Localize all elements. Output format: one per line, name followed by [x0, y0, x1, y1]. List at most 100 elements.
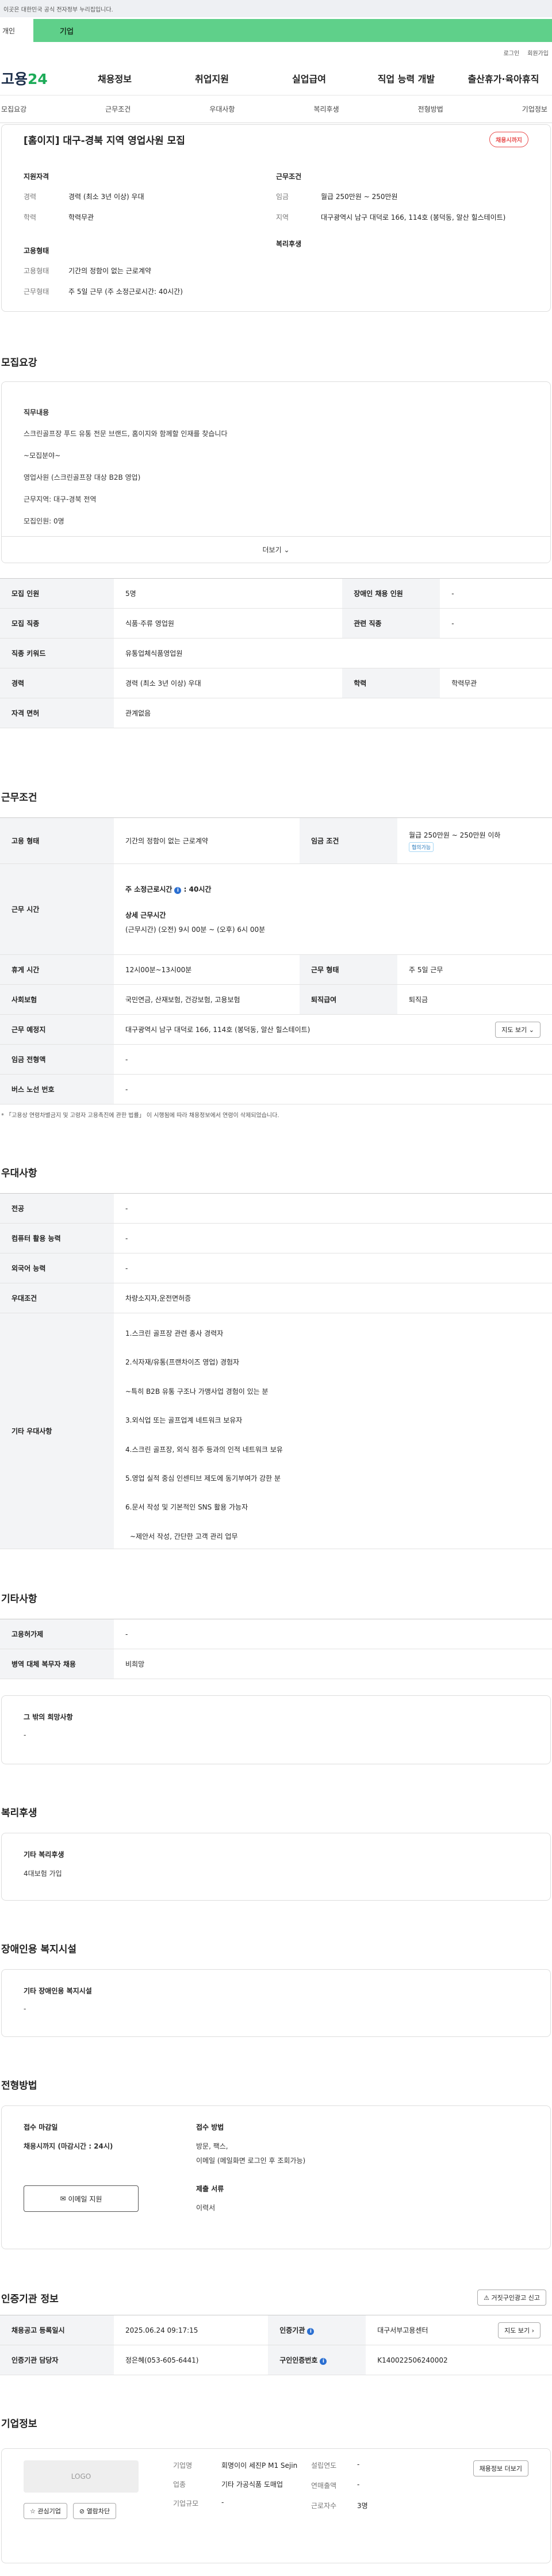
email-apply-button[interactable]: ✉ 이메일 지원: [24, 2185, 139, 2212]
mail-icon: ✉: [60, 2195, 66, 2203]
table-row: 고용 형태 기간의 정함이 없는 근로계약 임금 조건 월급 250만원 ~ 2…: [0, 817, 552, 864]
info-icon[interactable]: i: [174, 887, 182, 894]
emp-label: 고용형태: [24, 247, 49, 255]
gnb-item-leave[interactable]: 출산휴가·육아휴직: [455, 71, 552, 85]
job-description-box: 직무내용 스크린골프장 푸드 유통 전문 브랜드, 홈이지와 함께할 인재를 찾…: [1, 381, 551, 563]
gnb-item-benefit[interactable]: 실업급여: [260, 71, 358, 85]
info-icon[interactable]: i: [320, 2358, 327, 2365]
cert-heading: 인증기관 정보: [1, 2293, 59, 2305]
map-button[interactable]: 지도 보기 ⌄: [495, 1021, 540, 1038]
table-row: 기타 우대사항 1.스크린 골프장 관련 종사 경력자 2.식자재/유통(프랜차…: [0, 1313, 552, 1549]
etc-heading: 기타사항: [1, 1593, 37, 1605]
table-row: 전공 -: [0, 1193, 552, 1224]
deadline-value: 채용시까지 (마감시간 : 24시): [24, 2142, 113, 2150]
utility-links: 로그인 회원가입: [0, 44, 552, 61]
company-box: LOGO ☆ 관심기업 ⊘ 열람차단 기업명 회명이이 세진P M1 Sejin …: [1, 2448, 551, 2563]
work-table: 고용 형태 기간의 정함이 없는 근로계약 임금 조건 월급 250만원 ~ 2…: [0, 817, 552, 1104]
chevron-down-icon: ⌄: [528, 1026, 534, 1034]
subnav-conditions[interactable]: 근무조건: [105, 104, 131, 114]
global-nav: 고용24 채용정보 취업지원 실업급여 직업 능력 개발 출산휴가·육아휴직: [0, 61, 552, 95]
gnb-item-support[interactable]: 취업지원: [163, 71, 260, 85]
etc-table: 고용허가제 - 병역 대체 복무자 채용 비희망: [0, 1619, 552, 1679]
table-row: 직종 키워드 유통업체식품영업원: [0, 638, 552, 668]
chevron-right-icon: ›: [531, 2326, 534, 2334]
welfare-heading: 복리후생: [1, 1807, 37, 1819]
block-icon: ⊘: [79, 2508, 85, 2515]
desc-line: ~모집분야~: [24, 452, 61, 460]
interest-button[interactable]: ☆ 관심기업: [24, 2503, 67, 2519]
disabled-box: 기타 장애인용 복지시설 -: [1, 1969, 551, 2037]
emptype-value: 기간의 정함이 없는 근로계약: [68, 267, 151, 275]
table-row: 모집 직종 식품·주류 영업원 관련 직종 -: [0, 608, 552, 639]
table-row: 병역 대체 복무자 채용 비희망: [0, 1649, 552, 1679]
subnav-recruit[interactable]: 모집요강: [1, 104, 26, 114]
join-link[interactable]: 회원가입: [527, 48, 549, 57]
table-row: 컴퓨터 활용 능력 -: [0, 1223, 552, 1253]
subnav-preference[interactable]: 우대사항: [209, 104, 235, 114]
company-logo: LOGO: [24, 2460, 139, 2493]
table-row: 근무 시간 주 소정근로시간 i : 40시간 상세 근무시간 (근무시간) (오…: [0, 863, 552, 955]
table-row: 임금 전형액 -: [0, 1044, 552, 1075]
site-logo[interactable]: 고용24: [0, 68, 66, 89]
table-row: 근무 예정지 대구광역시 남구 대덕로 166, 114호 (봉덕동, 알산 힐…: [0, 1014, 552, 1045]
desc-line: 영업사원 (스크린골프장 대상 B2B 영업): [24, 473, 141, 481]
report-button[interactable]: ⚠ 거짓구인광고 신고: [477, 2290, 546, 2306]
table-row: 자격 면허 관계없음: [0, 698, 552, 728]
table-row: 모집 인원 5명 장애인 채용 인원 -: [0, 578, 552, 609]
selection-heading: 전형방법: [1, 2080, 37, 2092]
job-title: [홈이지] 대구-경북 지역 영업사원 모집: [24, 135, 185, 147]
table-row: 휴게 시간 12시00분~13시00분 근무 형태 주 5일 근무: [0, 954, 552, 985]
subnav-selection[interactable]: 전형방법: [418, 104, 443, 114]
chevron-down-icon: ⌄: [283, 545, 290, 554]
login-link[interactable]: 로그인: [504, 48, 520, 57]
alert-icon: ⚠: [484, 2294, 490, 2302]
location-value: 대구광역시 남구 대덕로 166, 114호 (봉덕동, 알산 힐스테이트): [321, 213, 506, 221]
star-icon: ☆: [30, 2508, 36, 2515]
gnb-item-jobs[interactable]: 채용정보: [66, 71, 163, 85]
company-heading: 기업정보: [1, 2418, 37, 2430]
cert-table: 채용공고 등록일시 2025.06.24 09:17:15 인증기관 i 대구서부…: [0, 2315, 552, 2375]
gnb-item-training[interactable]: 직업 능력 개발: [358, 71, 455, 85]
selection-box: 접수 마감일 채용시까지 (마감시간 : 24시) ✉ 이메일 지원 접수 방법…: [1, 2105, 551, 2249]
info-icon[interactable]: i: [307, 2328, 315, 2335]
table-row: 우대조건 차량소지자,운전면허증: [0, 1283, 552, 1313]
table-row: 버스 노선 번호 -: [0, 1074, 552, 1104]
desc-line: 스크린골프장 푸드 유통 전문 브랜드, 홈이지와 함께할 인재를 찾습니다: [24, 430, 228, 438]
tab-company[interactable]: 기업: [33, 19, 552, 42]
worktype-value: 주 5일 근무 (주 소정근로시간: 40시간): [68, 288, 183, 296]
table-row: 경력 경력 (최소 3년 이상) 우대 학력 학력무관: [0, 668, 552, 698]
wage-value: 월급 250만원 ~ 250만원: [321, 193, 398, 201]
disabled-heading: 장애인용 복지시설: [1, 1944, 77, 1955]
more-button[interactable]: 더보기 ⌄: [2, 536, 550, 563]
desc-line: 근무지역: 대구-경북 전역: [24, 495, 97, 503]
table-row: 외국어 능력 -: [0, 1253, 552, 1283]
table-row: 사회보험 국민연금, 산재보험, 건강보험, 고용보험 퇴직급여 퇴직금: [0, 984, 552, 1015]
company-jobs-button[interactable]: 채용정보 더보기: [473, 2460, 528, 2476]
desc-title: 직무내용: [24, 408, 49, 416]
welfare-box: 기타 복리후생 4대보험 가입: [1, 1833, 551, 1901]
edu-value: 학력무관: [68, 213, 94, 221]
recruit-table: 모집 인원 5명 장애인 채용 인원 - 모집 직종 식품·주류 영업원 관련 직종 - 직…: [0, 578, 552, 728]
subnav-company[interactable]: 기업정보: [522, 104, 547, 114]
subnav-welfare[interactable]: 복리후생: [313, 104, 339, 114]
desc-line: 모집인원: 0명: [24, 517, 64, 525]
tab-personal[interactable]: 개인: [0, 19, 33, 42]
negotiable-tag: 협의가능: [409, 842, 434, 852]
recruit-heading: 모집요강: [1, 357, 37, 369]
pref-table: 전공 - 컴퓨터 활용 능력 - 외국어 능력 - 우대조건 차량소지자,운전면허증 기…: [0, 1193, 552, 1549]
job-summary-card: [홈이지] 대구-경북 지역 영업사원 모집 채용시까지 지원자격 경력 경력 (…: [1, 124, 551, 312]
map-button[interactable]: 지도 보기 ›: [498, 2322, 540, 2338]
career-value: 경력 (최소 3년 이상) 우대: [68, 193, 144, 201]
section-nav: 모집요강 근무조건 우대사항 복리후생 전형방법 기업정보: [0, 95, 552, 123]
table-row: 고용허가제 -: [0, 1619, 552, 1649]
age-note: * 「고용상 연령차별금지 및 고령자 고용촉진에 관한 법률」 이 시행됨에 …: [1, 1113, 279, 1119]
deadline-badge: 채용시까지: [489, 132, 528, 147]
block-button[interactable]: ⊘ 열람차단: [72, 2503, 117, 2519]
welfare-label: 복리후생: [276, 240, 302, 248]
qual-label: 지원자격: [24, 173, 49, 181]
other-wishes-box: 그 밖의 희망사항 -: [1, 1695, 551, 1764]
table-row: 인증기관 담당자 정은혜(053-605-6441) 구인인증번호 i K1400…: [0, 2345, 552, 2375]
cond-label: 근무조건: [276, 173, 302, 181]
pref-heading: 우대사항: [1, 1168, 37, 1179]
user-type-tabs: 개인 기업: [0, 17, 552, 44]
